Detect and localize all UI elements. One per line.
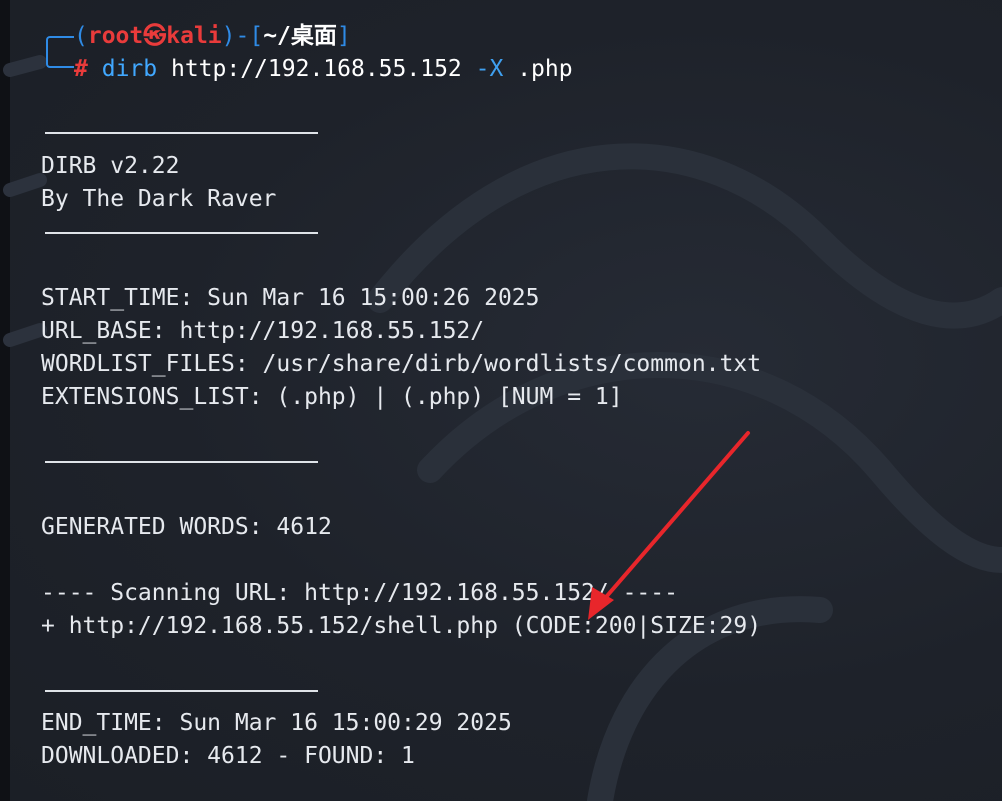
prompt-bracket bbox=[46, 36, 74, 68]
scanning-url-line: ---- Scanning URL: http://192.168.55.152… bbox=[41, 580, 678, 606]
prompt-hash: # bbox=[74, 56, 88, 82]
prompt-path: ~/桌面 bbox=[263, 23, 337, 49]
url-base-line: URL_BASE: http://192.168.55.152/ bbox=[41, 318, 485, 344]
prompt-user: root bbox=[87, 23, 144, 49]
prompt-line-1: (root㉿kali)-[~/桌面] bbox=[74, 23, 351, 49]
end-time-line: END_TIME: Sun Mar 16 15:00:29 2025 bbox=[41, 710, 512, 736]
start-time-line: START_TIME: Sun Mar 16 15:00:26 2025 bbox=[41, 285, 540, 311]
extensions-line: EXTENSIONS_LIST: (.php) | (.php) [NUM = … bbox=[41, 384, 623, 410]
separator-4 bbox=[45, 690, 318, 692]
prompt-at-symbol: ㉿ bbox=[143, 23, 167, 49]
banner-author: By The Dark Raver bbox=[41, 186, 277, 212]
prompt-host: kali bbox=[166, 23, 222, 49]
command-ext: .php bbox=[517, 56, 573, 82]
command-flag: -X bbox=[475, 56, 504, 82]
command-url: http://192.168.55.152 bbox=[170, 56, 462, 82]
command-line: # dirb http://192.168.55.152 -X .php bbox=[74, 55, 573, 83]
banner-title: DIRB v2.22 bbox=[41, 153, 180, 179]
separator-3 bbox=[45, 461, 318, 463]
terminal-window[interactable]: (root㉿kali)-[~/桌面] # dirb http://192.168… bbox=[0, 0, 1002, 801]
wordlist-line: WORDLIST_FILES: /usr/share/dirb/wordlist… bbox=[41, 351, 762, 377]
generated-words-line: GENERATED WORDS: 4612 bbox=[41, 514, 332, 540]
separator-1 bbox=[45, 132, 318, 134]
command-name: dirb bbox=[101, 56, 158, 82]
downloaded-line: DOWNLOADED: 4612 - FOUND: 1 bbox=[41, 743, 415, 769]
window-edge bbox=[0, 0, 10, 801]
separator-2 bbox=[45, 232, 318, 234]
scan-result-line[interactable]: + http://192.168.55.152/shell.php (CODE:… bbox=[41, 612, 761, 640]
